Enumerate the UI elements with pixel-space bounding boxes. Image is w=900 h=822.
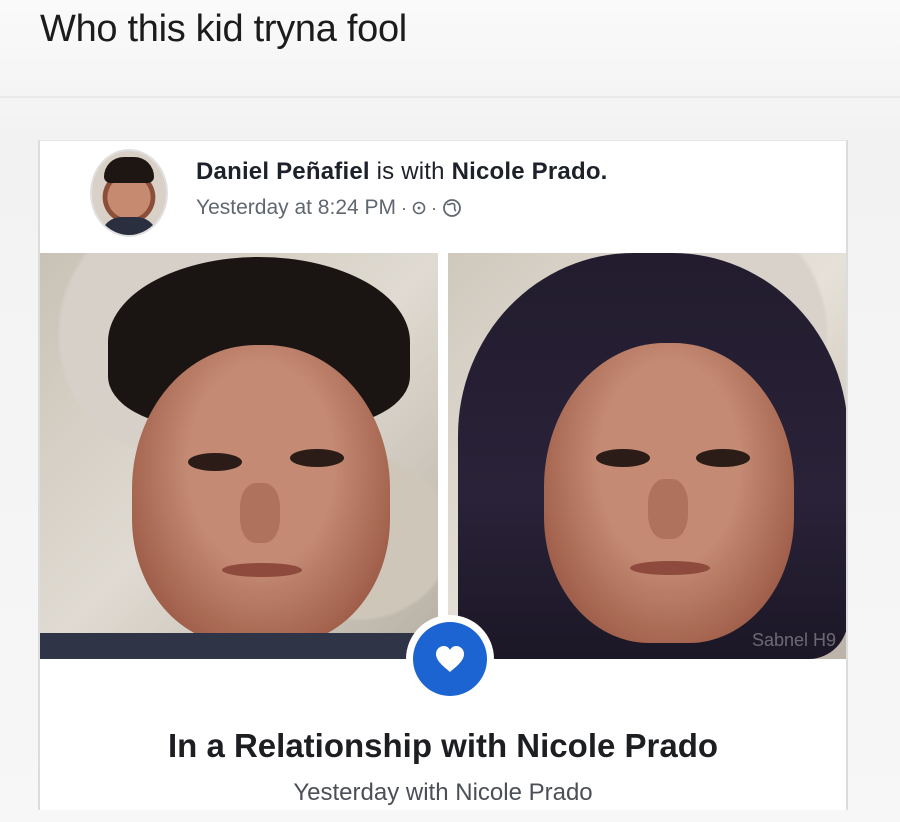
life-event-badge bbox=[406, 615, 494, 703]
avatar[interactable] bbox=[90, 149, 168, 237]
eye bbox=[290, 449, 344, 467]
life-event-subtitle: Yesterday with Nicole Prado bbox=[293, 779, 593, 806]
avatar-hair bbox=[104, 157, 154, 183]
post-connector-text: is with bbox=[376, 158, 445, 185]
eye bbox=[596, 449, 650, 467]
mouth bbox=[222, 563, 302, 577]
heart-icon bbox=[436, 646, 464, 672]
clock-icon bbox=[412, 201, 426, 215]
life-event-badge-circle bbox=[413, 622, 487, 696]
mouth bbox=[630, 561, 710, 575]
divider bbox=[0, 96, 900, 98]
photo-girl[interactable]: Sabnel H9 bbox=[448, 253, 846, 659]
life-event-title: In a Relationship with Nicole Prado bbox=[167, 727, 719, 764]
post-timestamp[interactable]: Yesterday at 8:24 PM bbox=[196, 196, 396, 220]
facebook-post-card: Daniel Peñafiel is with Nicole Prado. Ye… bbox=[38, 140, 848, 810]
post-header-title: Daniel Peñafiel is with Nicole Prado. bbox=[196, 158, 608, 186]
post-meta: Yesterday at 8:24 PM · · bbox=[196, 196, 462, 220]
watermark: Sabnel H9 bbox=[751, 630, 836, 650]
photo-boy[interactable] bbox=[40, 253, 438, 659]
author-name-link[interactable]: Daniel Peñafiel bbox=[196, 158, 370, 185]
nose bbox=[240, 483, 280, 543]
nose bbox=[648, 479, 688, 539]
globe-icon[interactable] bbox=[442, 198, 462, 218]
separator-dot: · bbox=[401, 197, 408, 218]
photo-pair: Sabnel H9 bbox=[40, 253, 846, 659]
meme-caption: Who this kid tryna fool bbox=[40, 8, 407, 50]
eye bbox=[188, 453, 242, 471]
shirt bbox=[40, 633, 438, 659]
separator-dot: · bbox=[431, 197, 438, 218]
eye bbox=[696, 449, 750, 467]
tagged-friend-link[interactable]: Nicole Prado. bbox=[452, 158, 608, 185]
avatar-shirt bbox=[100, 217, 158, 235]
meme-screenshot: Who this kid tryna fool Daniel Peñafiel … bbox=[0, 0, 900, 822]
